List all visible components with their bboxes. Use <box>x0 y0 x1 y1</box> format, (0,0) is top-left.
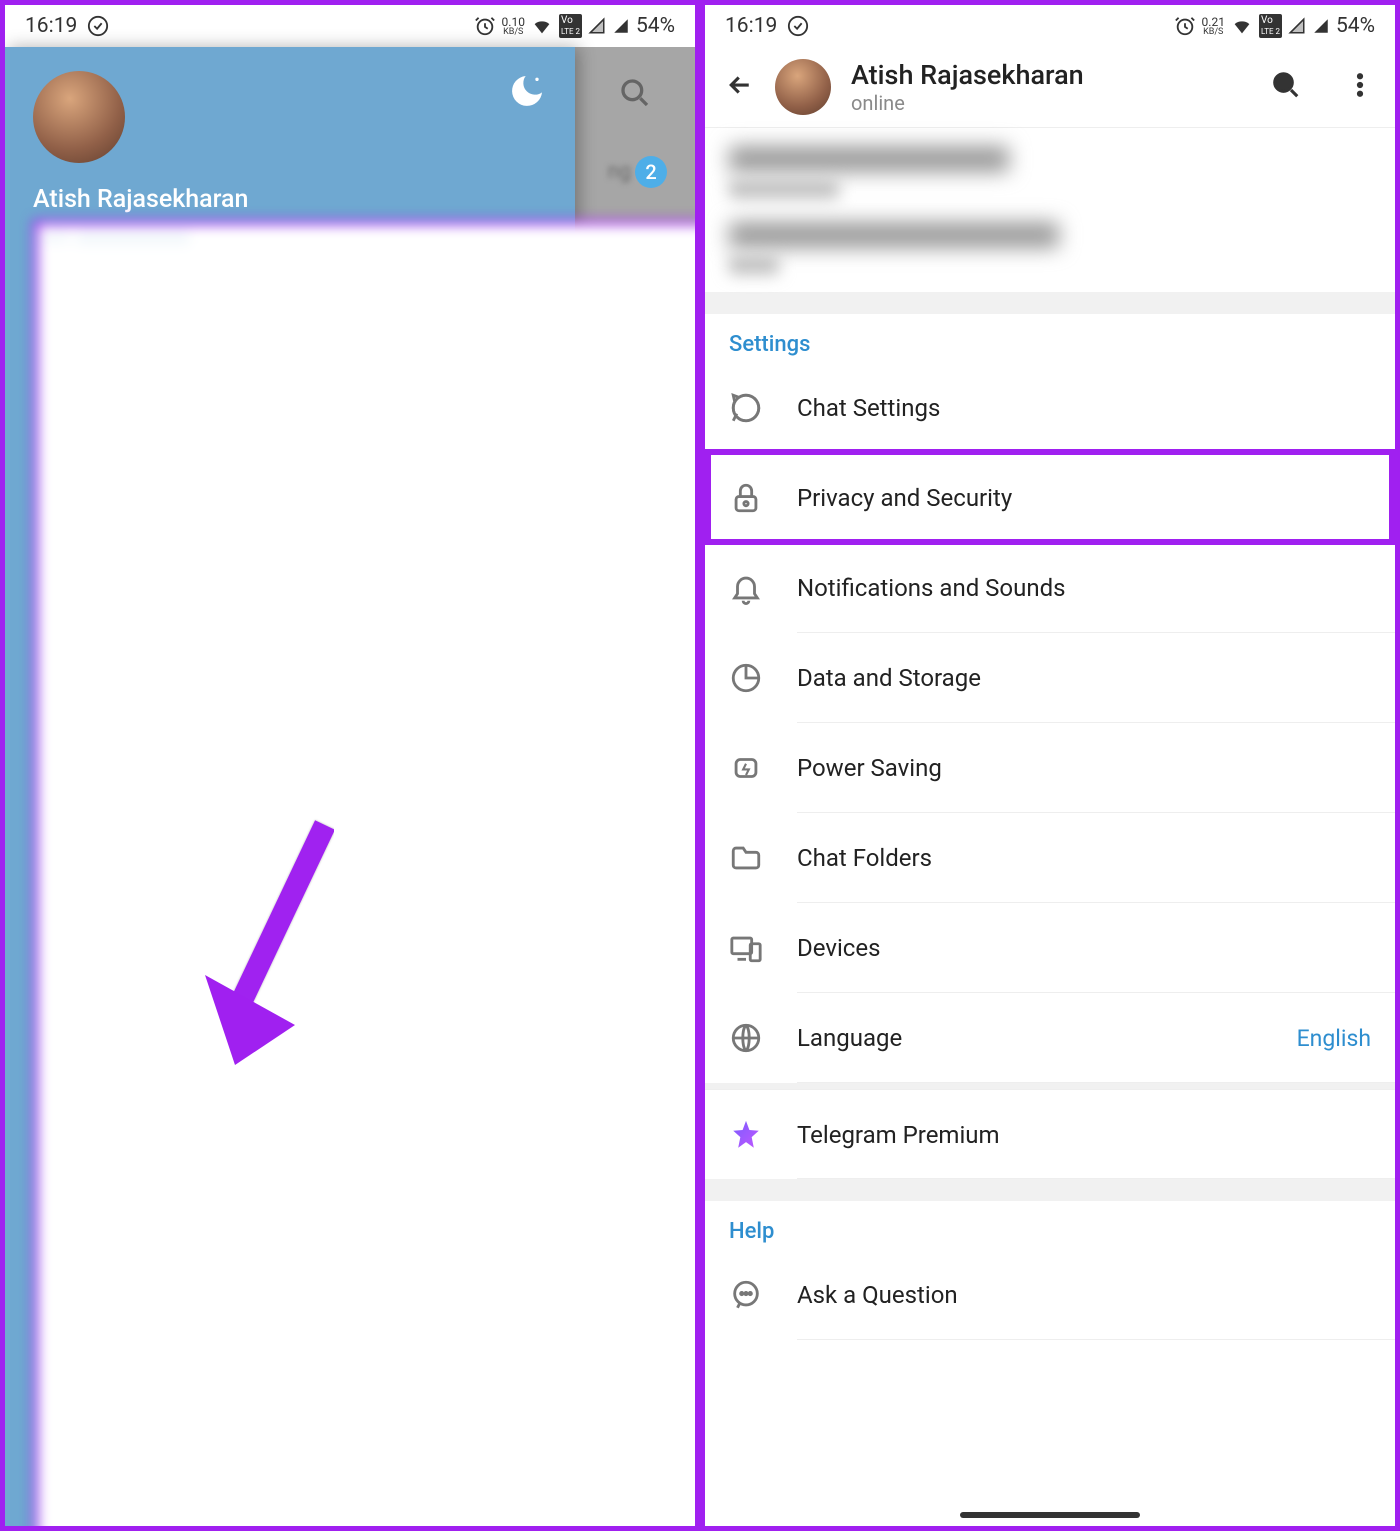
nav-handle[interactable] <box>960 1512 1140 1518</box>
moon-icon <box>507 71 547 111</box>
lte-badge: VoLTE 2 <box>559 14 582 38</box>
back-button[interactable] <box>725 70 755 104</box>
settings-data-storage[interactable]: Data and Storage <box>705 633 1395 723</box>
row-label: Language <box>797 1024 902 1052</box>
bell-icon <box>729 571 763 605</box>
checkmark-circle-icon <box>787 15 809 37</box>
row-label: Notifications and Sounds <box>797 574 1066 602</box>
settings-language[interactable]: Language English <box>705 993 1395 1083</box>
alarm-icon <box>1174 15 1196 37</box>
signal-icon <box>1288 17 1306 35</box>
row-label: Power Saving <box>797 754 942 782</box>
right-screenshot: 16:19 0.21KB/S VoLTE 2 54% Atish Rajasek… <box>700 0 1400 1531</box>
arrow-left-icon <box>725 70 755 100</box>
settings-privacy-security[interactable]: Privacy and Security <box>705 453 1395 543</box>
more-vertical-icon <box>1345 70 1375 100</box>
settings-notifications[interactable]: Notifications and Sounds <box>705 543 1395 633</box>
username-label-blurred <box>729 180 839 198</box>
chat-icon <box>729 391 763 425</box>
row-value: English <box>1297 1025 1371 1052</box>
search-button[interactable] <box>1271 70 1301 104</box>
help-section-title: Help <box>705 1201 1395 1250</box>
alarm-icon <box>474 15 496 37</box>
profile-status: online <box>851 91 1251 115</box>
globe-icon <box>729 1021 763 1055</box>
username-blurred <box>729 146 1009 172</box>
battery-percent: 54% <box>1336 14 1375 38</box>
devices-icon <box>729 931 763 965</box>
settings-devices[interactable]: Devices <box>705 903 1395 993</box>
settings-chat-folders[interactable]: Chat Folders <box>705 813 1395 903</box>
bio-blurred <box>729 222 1059 248</box>
drawer-user-name: Atish Rajasekharan <box>33 185 700 214</box>
settings-power-saving[interactable]: Power Saving <box>705 723 1395 813</box>
navigation-drawer: Atish Rajasekharan +91 0000000000 ✓ Atis… <box>5 47 575 1526</box>
status-bar: 16:19 0.21KB/S VoLTE 2 54% <box>705 5 1395 47</box>
search-icon <box>1271 70 1301 100</box>
drawer-header: Atish Rajasekharan +91 0000000000 <box>5 47 575 1531</box>
row-label: Chat Folders <box>797 844 932 872</box>
question-chat-icon <box>729 1278 763 1312</box>
bio-label-blurred <box>729 256 779 274</box>
more-button[interactable] <box>1345 70 1375 104</box>
lock-icon <box>729 481 763 515</box>
settings-section-title: Settings <box>705 314 1395 363</box>
signal-icon <box>588 17 606 35</box>
status-bar: 16:19 0.10KB/S VoLTE 2 54% <box>5 5 695 47</box>
search-button[interactable] <box>575 77 695 137</box>
star-icon <box>729 1118 763 1152</box>
data-speed: 0.10KB/S <box>502 16 525 37</box>
lte-badge: VoLTE 2 <box>1259 14 1282 38</box>
night-mode-toggle[interactable] <box>507 71 547 115</box>
folder-icon <box>729 841 763 875</box>
profile-name: Atish Rajasekharan <box>851 59 1251 91</box>
profile-avatar[interactable] <box>775 59 831 115</box>
data-speed: 0.21KB/S <box>1202 16 1225 37</box>
profile-info-section <box>705 128 1395 292</box>
settings-chat-settings[interactable]: Chat Settings <box>705 363 1395 453</box>
search-icon <box>619 77 651 109</box>
signal-icon-2 <box>612 17 630 35</box>
signal-icon-2 <box>1312 17 1330 35</box>
pie-icon <box>729 661 763 695</box>
wifi-icon <box>531 15 553 37</box>
status-time: 16:19 <box>725 14 777 38</box>
row-label: Telegram Premium <box>797 1121 1000 1149</box>
wifi-icon <box>1231 15 1253 37</box>
annotation-arrow <box>195 815 355 1105</box>
row-label: Ask a Question <box>797 1281 958 1309</box>
section-gap <box>705 292 1395 314</box>
row-label: Data and Storage <box>797 664 981 692</box>
row-label: Privacy and Security <box>797 484 1012 512</box>
settings-ask-question[interactable]: Ask a Question <box>705 1250 1395 1340</box>
settings-header: Atish Rajasekharan online <box>705 47 1395 127</box>
settings-telegram-premium[interactable]: Telegram Premium <box>705 1089 1395 1179</box>
drawer-user-phone: +91 0000000000 <box>33 220 700 1531</box>
checkmark-circle-icon <box>87 15 109 37</box>
status-time: 16:19 <box>25 14 77 38</box>
section-gap <box>705 1179 1395 1201</box>
battery-percent: 54% <box>636 14 675 38</box>
left-screenshot: 16:19 0.10KB/S VoLTE 2 54% ng 2 30 Jul 2… <box>0 0 700 1531</box>
row-label: Chat Settings <box>797 394 940 422</box>
bolt-icon <box>729 751 763 785</box>
user-avatar[interactable] <box>33 71 125 163</box>
row-label: Devices <box>797 934 880 962</box>
